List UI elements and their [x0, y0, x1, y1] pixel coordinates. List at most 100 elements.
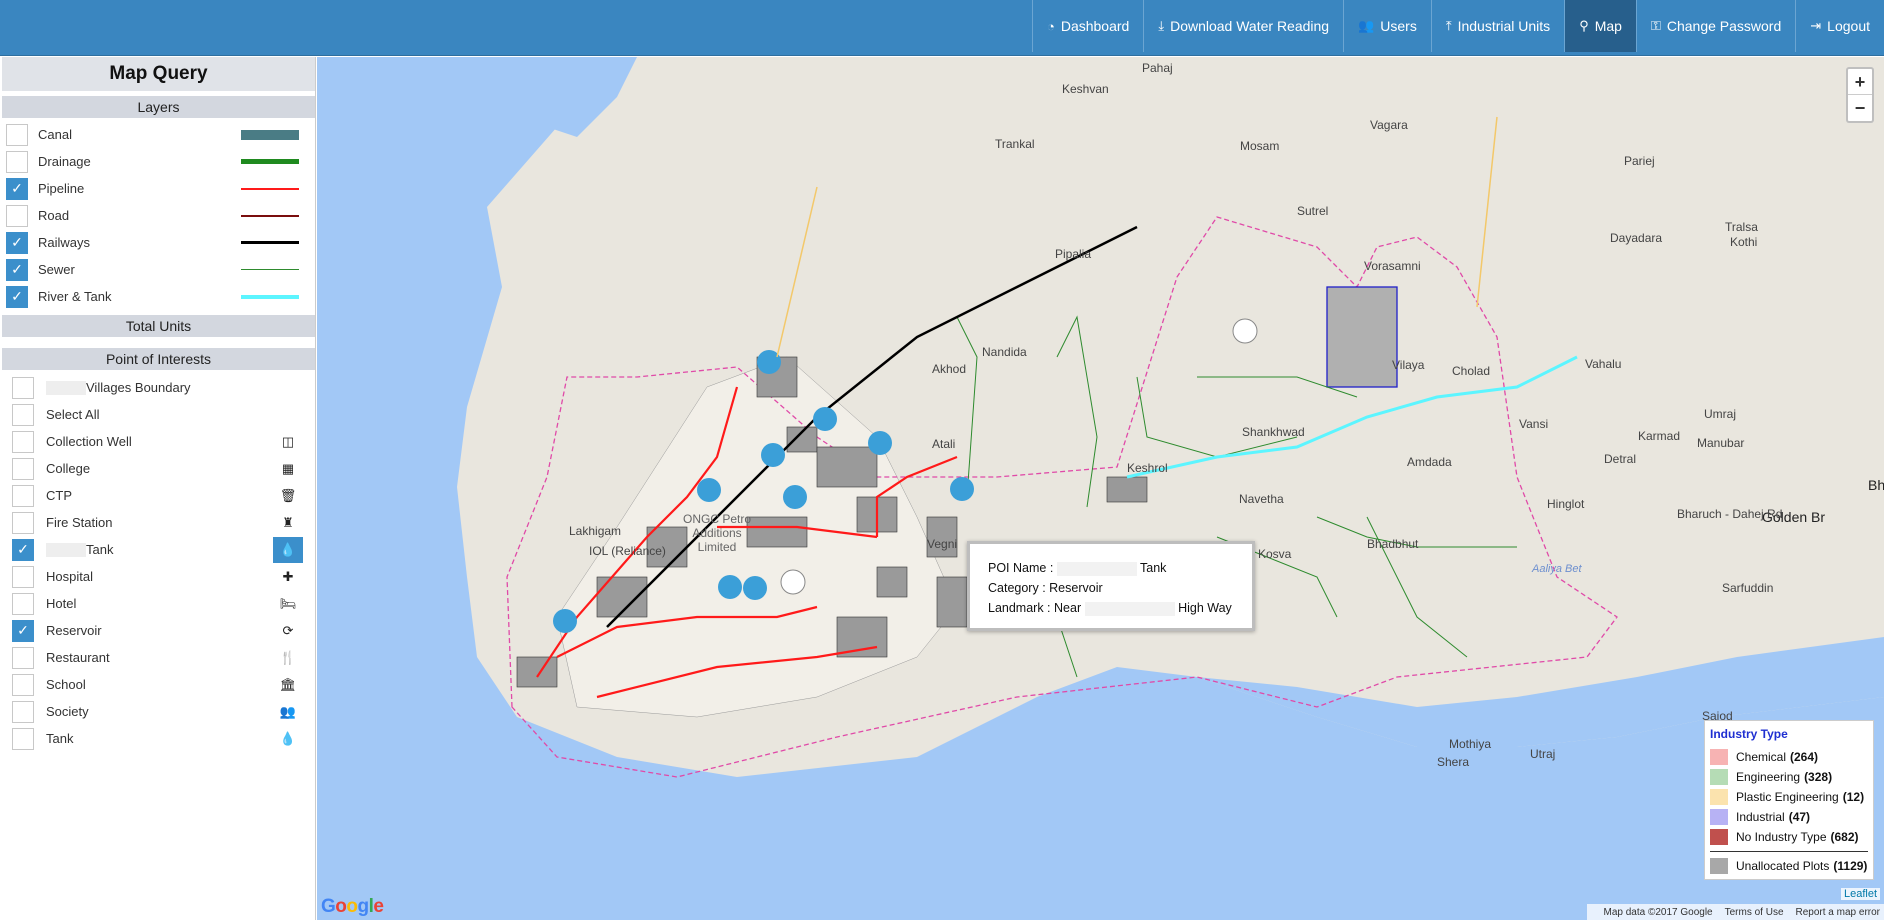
- well-icon[interactable]: ◫: [273, 429, 303, 455]
- nav-item-label: Change Password: [1666, 18, 1782, 34]
- place-label: Vansi: [1519, 417, 1549, 431]
- legend-swatch: [1710, 809, 1728, 825]
- popup-landmark-label: Landmark :: [988, 601, 1051, 615]
- industry-type-legend: Industry Type Chemical (264) Engineering (3…: [1704, 720, 1874, 880]
- nav-item-download-water-reading[interactable]: ⤓ Download Water Reading: [1143, 0, 1343, 52]
- place-label: Amdada: [1407, 455, 1452, 469]
- place-label: Aaliya Bet: [1532, 563, 1582, 575]
- poi-label-text: Restaurant: [46, 650, 110, 665]
- refresh-icon[interactable]: ⟳: [273, 618, 303, 644]
- poi-checkbox[interactable]: [12, 484, 34, 507]
- poi-checkbox[interactable]: ✓: [12, 619, 34, 642]
- map-canvas[interactable]: Pahaj Keshvan Vagara Trankal Mosam Pariej Sutr…: [317, 57, 1884, 920]
- poi-label-text: Reservoir: [46, 623, 102, 638]
- poi-checkbox[interactable]: ✓: [12, 538, 34, 561]
- water-drop-icon[interactable]: 💧: [273, 536, 303, 563]
- place-label: Hinglot: [1547, 497, 1585, 511]
- users-icon[interactable]: 👥: [273, 699, 303, 725]
- poi-checkbox[interactable]: [12, 430, 34, 453]
- place-label: Mothiya: [1449, 737, 1492, 751]
- trash-icon[interactable]: 🗑: [273, 483, 303, 509]
- poi-checkbox[interactable]: [12, 646, 34, 669]
- poi-checkbox[interactable]: [12, 727, 34, 750]
- legend-title: Industry Type: [1710, 727, 1788, 741]
- vorasamni-plots: [1326, 286, 1398, 388]
- nav-item-label: Industrial Units: [1457, 18, 1551, 34]
- nav-item-change-password[interactable]: ⚿ Change Password: [1635, 0, 1795, 52]
- layer-checkbox[interactable]: ✓: [6, 258, 28, 281]
- poi-label-text: Society: [46, 704, 89, 719]
- zoom-out-button[interactable]: −: [1848, 95, 1872, 121]
- legend-unallocated-row: Unallocated Plots (1129): [1710, 856, 1868, 876]
- gulf-water: [317, 57, 1884, 920]
- layer-checkbox[interactable]: ✓: [6, 231, 28, 254]
- legend-row: Plastic Engineering (12): [1710, 787, 1868, 807]
- legend-count: (47): [1788, 810, 1811, 824]
- place-label: Kothi: [1730, 235, 1758, 249]
- medkit-icon[interactable]: ✚: [273, 564, 303, 590]
- place-label: Utraj: [1530, 747, 1556, 761]
- zoom-in-button[interactable]: +: [1848, 69, 1872, 95]
- place-label: Vilaya: [1392, 358, 1425, 372]
- layer-checkbox[interactable]: [6, 204, 28, 227]
- poi-checkbox[interactable]: [12, 673, 34, 696]
- layer-checkbox[interactable]: ✓: [6, 285, 28, 308]
- popup-landmark-row: Landmark : Near High Way: [988, 598, 1234, 618]
- layer-checkbox[interactable]: ✓: [6, 177, 28, 200]
- poi-checkbox[interactable]: [12, 376, 34, 399]
- layer-checkbox[interactable]: [6, 150, 28, 173]
- layer-row-river-tank: ✓ River & Tank: [2, 283, 315, 310]
- poi-checkbox[interactable]: [12, 457, 34, 480]
- place-label: Cholad: [1452, 364, 1491, 378]
- legend-label: Engineering: [1736, 770, 1801, 784]
- popup-category-value: Reservoir: [1049, 581, 1103, 595]
- cutlery-icon[interactable]: 🍴: [273, 645, 303, 671]
- fire-extinguisher-icon[interactable]: ♜: [273, 510, 303, 536]
- legend-items: Chemical (264) Engineering (328) Plastic Eng…: [1710, 747, 1868, 847]
- institution-icon[interactable]: 🏛: [273, 672, 303, 698]
- place-label: Navetha: [1239, 492, 1284, 506]
- legend-count: (682): [1830, 830, 1859, 844]
- leaflet-attribution-link[interactable]: Leaflet: [1840, 888, 1880, 900]
- zoom-control: + −: [1846, 67, 1874, 123]
- poi-checkbox[interactable]: [12, 403, 34, 426]
- nav-item-map[interactable]: ⚲ Map: [1564, 0, 1636, 52]
- logout-icon: ⇥: [1810, 18, 1822, 33]
- poi-checkbox[interactable]: [12, 565, 34, 588]
- nav-item-logout[interactable]: ⇥ Logout: [1795, 0, 1884, 52]
- popup-landmark-prefix: Near: [1054, 601, 1082, 615]
- nav-item-label: Users: [1380, 18, 1417, 34]
- legend-divider: [1710, 851, 1868, 852]
- tint-icon[interactable]: 💧: [273, 726, 303, 752]
- nav-item-users[interactable]: 👥 Users: [1343, 0, 1431, 52]
- legend-row: No Industry Type (682): [1710, 827, 1868, 847]
- layers-list: Canal Drainage ✓ Pipeline Road ✓ Railways ✓ Sewe…: [2, 121, 315, 310]
- poi-checkbox[interactable]: [12, 511, 34, 534]
- building-icon[interactable]: ▦: [273, 456, 303, 482]
- sidebar-title: Map Query: [2, 57, 315, 91]
- legend-label: Industrial: [1736, 810, 1785, 824]
- layer-line-swatch: [241, 294, 299, 299]
- poi-checkbox[interactable]: [12, 700, 34, 723]
- poi-checkbox[interactable]: [12, 592, 34, 615]
- poi-row: College ▦: [2, 455, 315, 482]
- users-icon: 👥: [1358, 18, 1375, 33]
- layer-checkbox[interactable]: [6, 123, 28, 146]
- poi-label-text: Tank: [86, 541, 114, 557]
- total-units-title[interactable]: Total Units: [2, 315, 315, 337]
- poi-row: Tank 💧: [2, 725, 315, 752]
- poi-row: Fire Station ♜: [2, 509, 315, 536]
- place-label: Bh: [1868, 477, 1884, 493]
- poi-popup: POI Name : Tank Category : Reservoir Lan…: [967, 541, 1255, 631]
- legend-label: Unallocated Plots: [1736, 859, 1830, 873]
- reservoir-marker-2: [780, 569, 806, 595]
- bed-icon[interactable]: 🛏: [273, 591, 303, 617]
- report-error-link[interactable]: Report a map error: [1796, 907, 1880, 918]
- legend-row: Engineering (328): [1710, 767, 1868, 787]
- poi-row: Select All: [2, 401, 315, 428]
- poi-label-text: Hospital: [46, 569, 93, 584]
- nav-item-dashboard[interactable]: ◔ Dashboard: [1031, 0, 1143, 52]
- nav-item-industrial-units[interactable]: ⤒ Industrial Units: [1430, 0, 1564, 52]
- terms-link[interactable]: Terms of Use: [1725, 907, 1784, 918]
- layer-row-railways: ✓ Railways: [2, 229, 315, 256]
